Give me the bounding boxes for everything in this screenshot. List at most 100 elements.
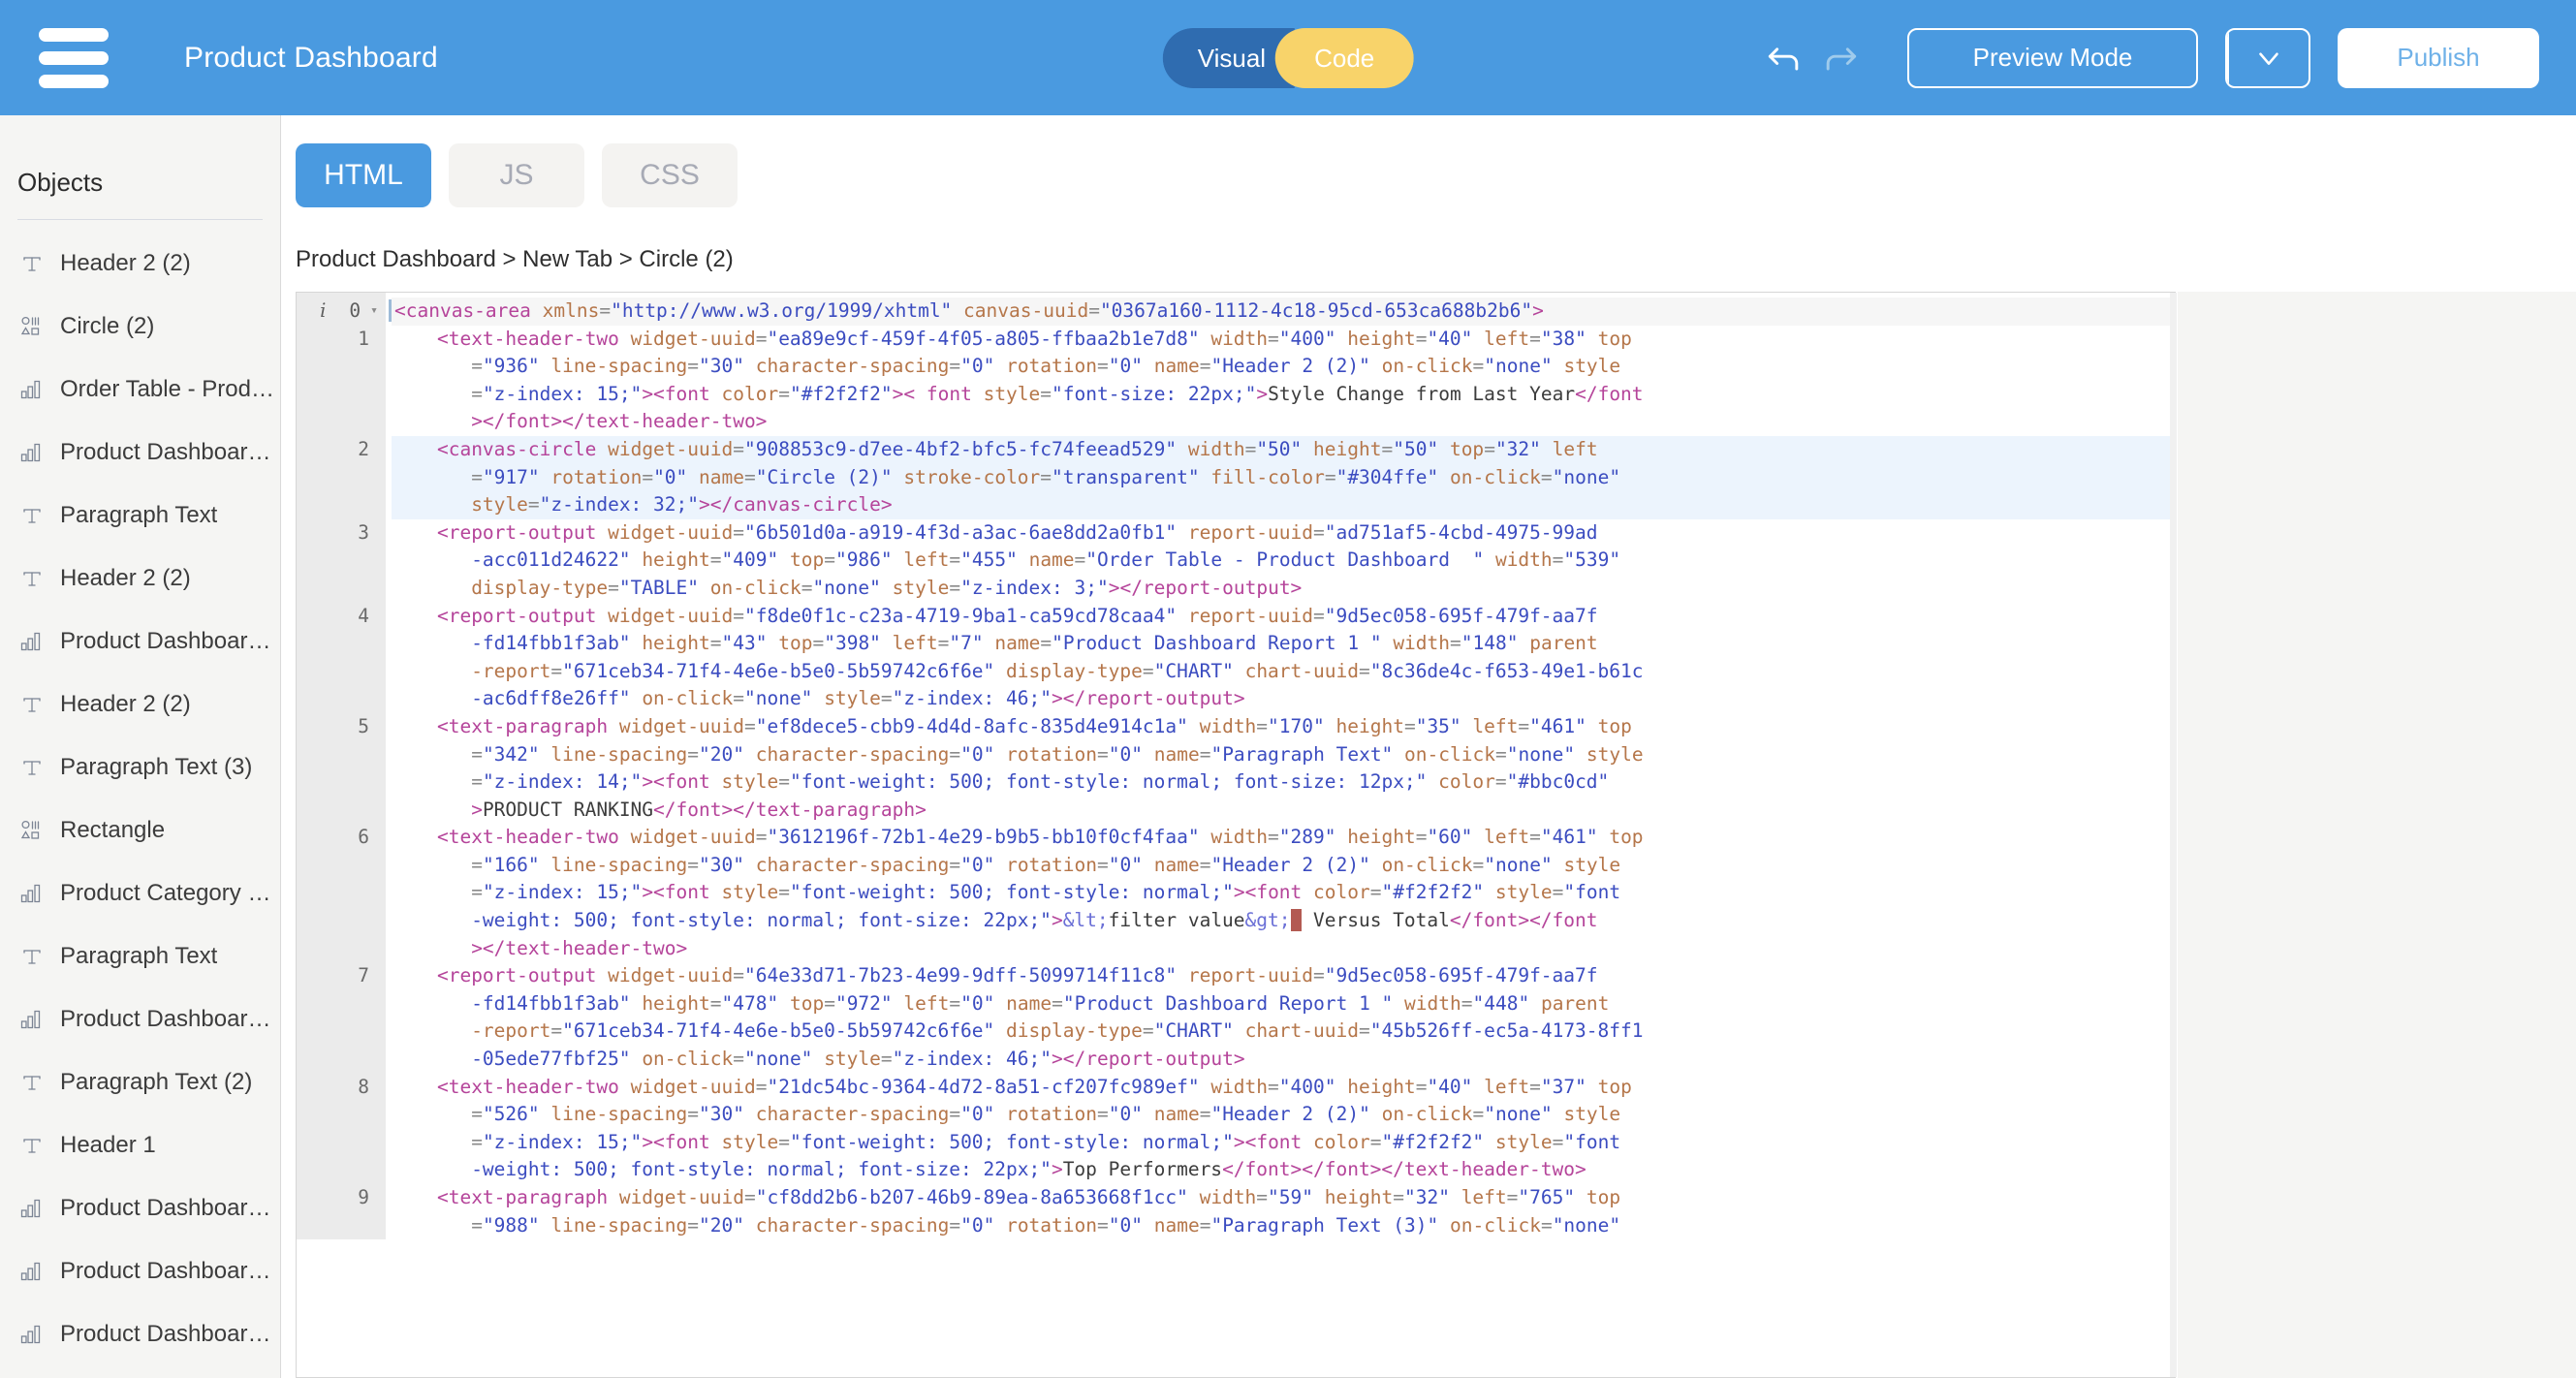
object-list-item[interactable]: Product Dashboard Report 1: [0, 421, 280, 484]
object-list-item[interactable]: Order Table - Product Dashb…: [0, 358, 280, 421]
object-list-item-label: Order Table - Product Dashb…: [60, 375, 279, 402]
sidebar-title: Objects: [17, 168, 104, 197]
editor-code-line[interactable]: -report="671ceb34-71f4-4e6e-b5e0-5b59742…: [392, 1018, 2175, 1046]
tab-html[interactable]: HTML: [296, 143, 431, 207]
top-bar-actions: Preview Mode More Publish: [282, 0, 2576, 1378]
editor-code-line[interactable]: -weight: 500; font-style: normal; font-s…: [392, 907, 2175, 935]
object-list-item[interactable]: Product Dashboard Report 1: [0, 610, 280, 673]
object-list-item-label: Product Dashboard Sales Tar…: [60, 1320, 279, 1347]
editor-code-line[interactable]: >PRODUCT RANKING</font></text-paragraph>: [392, 797, 2175, 825]
object-list-item[interactable]: Paragraph Text: [0, 924, 280, 987]
object-list-item[interactable]: Header 1: [0, 1113, 280, 1176]
editor-code-line[interactable]: -05ede77fbf25" on-click="none" style="z-…: [392, 1046, 2175, 1074]
editor-code-line[interactable]: <canvas-area xmlns="http://www.w3.org/19…: [389, 298, 2175, 326]
editor-line-number[interactable]: 6: [297, 824, 386, 852]
editor-code-line[interactable]: -fd14fbb1f3ab" height="43" top="398" lef…: [392, 630, 2175, 658]
object-list-item[interactable]: Header 2 (2): [0, 232, 280, 295]
editor-code-line[interactable]: ="917" rotation="0" name="Circle (2)" st…: [392, 463, 2175, 492]
hamburger-bar: [39, 50, 109, 65]
object-list-item[interactable]: Circle (2): [0, 295, 280, 358]
mode-toggle-code[interactable]: Code: [1275, 28, 1414, 88]
editor-line-number-blank: [297, 797, 386, 825]
object-list-item[interactable]: Product Category Name: [0, 861, 280, 924]
editor-code-line[interactable]: ="z-index: 15;"><font style="font-weight…: [392, 1129, 2175, 1157]
preview-mode-button[interactable]: Preview Mode: [1907, 27, 2198, 88]
object-list-item-label: Product Dashboard Report 1: [60, 438, 279, 465]
editor-code-line[interactable]: ="166" line-spacing="30" character-spaci…: [392, 852, 2175, 880]
editor-code-line[interactable]: ></font></text-header-two>: [392, 408, 2175, 436]
editor-code-line[interactable]: ="936" line-spacing="30" character-spaci…: [392, 353, 2175, 381]
code-editor[interactable]: i 0 ▾ 1 2 3 4 5 6 7 8 9 <canvas-area xmlns=…: [296, 292, 2176, 1378]
object-list-item-label: Product Dashboard Sales Tar…: [60, 1005, 279, 1032]
editor-code-line[interactable]: <report-output widget-uuid="f8de0f1c-c23…: [392, 603, 2175, 631]
chevron-down-icon[interactable]: [2227, 29, 2309, 86]
object-list-item[interactable]: Paragraph Text (2): [0, 1050, 280, 1113]
object-list-item[interactable]: Product Dashboard Report 1: [0, 1239, 280, 1302]
object-list-item[interactable]: Header 2 (2): [0, 547, 280, 610]
object-list-item[interactable]: Paragraph Text: [0, 484, 280, 547]
editor-code-line[interactable]: style="z-index: 32;"></canvas-circle>: [392, 491, 2175, 519]
editor-line-number-blank: [297, 575, 386, 603]
editor-line-number[interactable]: 3: [297, 519, 386, 548]
editor-code-line[interactable]: ="z-index: 15;"><font style="font-weight…: [392, 879, 2175, 907]
editor-line-number-blank: [297, 381, 386, 409]
editor-code-line[interactable]: <text-header-two widget-uuid="21dc54bc-9…: [392, 1074, 2175, 1102]
object-list-item[interactable]: Product Dashboard Sales Tar…: [0, 987, 280, 1050]
editor-code-area[interactable]: <canvas-area xmlns="http://www.w3.org/19…: [386, 293, 2175, 1239]
editor-code-line[interactable]: <text-paragraph widget-uuid="cf8dd2b6-b2…: [392, 1184, 2175, 1212]
editor-code-line[interactable]: ="z-index: 15;"><font color="#f2f2f2">< …: [392, 381, 2175, 409]
chart-icon: [17, 1196, 47, 1221]
object-list-item[interactable]: Product Dashboard Sales Tar…: [0, 1302, 280, 1365]
editor-code-line[interactable]: ></text-header-two>: [392, 935, 2175, 963]
editor-code-line[interactable]: display-type="TABLE" on-click="none" sty…: [392, 575, 2175, 603]
editor-line-number[interactable]: 9: [297, 1184, 386, 1212]
editor-code-line[interactable]: <report-output widget-uuid="64e33d71-7b2…: [392, 962, 2175, 990]
tab-css[interactable]: CSS: [602, 143, 738, 207]
object-list-item-label: Paragraph Text: [60, 942, 218, 969]
text-icon: [17, 945, 47, 968]
text-icon: [17, 567, 47, 590]
editor-code-line[interactable]: ="526" line-spacing="30" character-spaci…: [392, 1101, 2175, 1129]
tab-js[interactable]: JS: [449, 143, 584, 207]
editor-code-line[interactable]: -weight: 500; font-style: normal; font-s…: [392, 1156, 2175, 1184]
page-title: Product Dashboard: [184, 41, 438, 74]
editor-code-line[interactable]: <text-paragraph widget-uuid="ef8dece5-cb…: [392, 713, 2175, 741]
text-icon: [17, 1134, 47, 1157]
editor-code-line[interactable]: ="342" line-spacing="20" character-spaci…: [392, 741, 2175, 769]
editor-line-number[interactable]: 1: [297, 326, 386, 354]
editor-line-number[interactable]: 7: [297, 962, 386, 990]
editor-code-line[interactable]: -ac6dff8e26ff" on-click="none" style="z-…: [392, 685, 2175, 713]
object-list-item[interactable]: Product Dashboard Report 1: [0, 1176, 280, 1239]
hamburger-icon[interactable]: [39, 27, 109, 88]
publish-button[interactable]: Publish: [2338, 27, 2539, 88]
text-icon: [17, 252, 47, 275]
object-list-item-label: Product Dashboard Report 1: [60, 627, 279, 654]
editor-code-line[interactable]: ="z-index: 14;"><font style="font-weight…: [392, 768, 2175, 797]
editor-code-line[interactable]: -fd14fbb1f3ab" height="478" top="972" le…: [392, 990, 2175, 1018]
editor-code-line[interactable]: <text-header-two widget-uuid="ea89e9cf-4…: [392, 326, 2175, 354]
undo-icon[interactable]: [1756, 30, 1812, 86]
editor-line-number[interactable]: 8: [297, 1074, 386, 1102]
editor-code-line[interactable]: <text-header-two widget-uuid="3612196f-7…: [392, 824, 2175, 852]
object-list-item-label: Product Dashboard Report 1: [60, 1194, 279, 1221]
mode-toggle[interactable]: Visual Code: [1162, 28, 1414, 88]
editor-line-number[interactable]: 4: [297, 603, 386, 631]
editor-code-line[interactable]: -report="671ceb34-71f4-4e6e-b5e0-5b59742…: [392, 658, 2175, 686]
editor-line-info[interactable]: i 0 ▾: [297, 298, 386, 326]
editor-code-line[interactable]: ="988" line-spacing="20" character-spaci…: [392, 1212, 2175, 1240]
editor-line-number[interactable]: 2: [297, 436, 386, 464]
editor-code-line[interactable]: -acc011d24622" height="409" top="986" le…: [392, 547, 2175, 575]
redo-icon[interactable]: [1812, 30, 1869, 86]
editor-line-number[interactable]: 5: [297, 713, 386, 741]
object-list-item[interactable]: Paragraph Text (3): [0, 736, 280, 799]
editor-code-line[interactable]: <report-output widget-uuid="6b501d0a-a91…: [392, 519, 2175, 548]
object-list-item[interactable]: Header 2 (2): [0, 673, 280, 736]
object-list-item-label: Header 2 (2): [60, 690, 191, 717]
editor-gutter[interactable]: i 0 ▾ 1 2 3 4 5 6 7 8 9: [297, 293, 386, 1240]
editor-vertical-scrollbar[interactable]: [2170, 293, 2177, 1377]
editor-code-line[interactable]: <canvas-circle widget-uuid="908853c9-d7e…: [392, 435, 2175, 464]
more-split-button[interactable]: More: [282, 27, 2576, 1378]
editor-line-number-blank: [297, 990, 386, 1018]
object-list-item[interactable]: Rectangle: [0, 799, 280, 861]
editor-line-number-blank: [297, 1101, 386, 1129]
